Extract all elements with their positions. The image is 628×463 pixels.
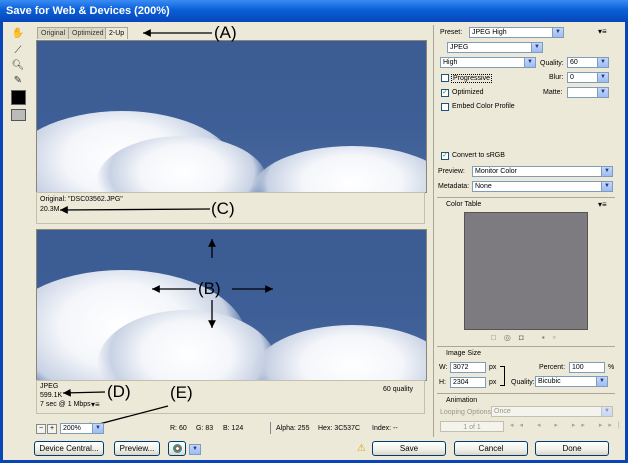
embed-color-profile-label: Embed Color Profile [452,103,515,110]
height-label: H: [439,379,446,386]
height-unit: px [489,379,497,386]
done-button[interactable]: Done [535,441,609,456]
zoom-out-button[interactable]: − [36,424,46,434]
color-table-divider [437,197,615,198]
chevron-down-icon: ▼ [524,58,535,67]
animation-divider [437,393,615,394]
chevron-down-icon: ▼ [597,58,608,67]
cancel-button[interactable]: Cancel [454,441,528,456]
animation-playback-controls[interactable]: ◂◂ ◂ ▸ ▸▸ ▸▸| [510,421,626,429]
chevron-down-icon: ▼ [552,28,563,37]
chevron-down-icon: ▼ [596,377,607,386]
convert-srgb-label: Convert to sRGB [452,152,505,159]
color-table-menu-icon[interactable]: ▾≡ [598,200,607,209]
annotation-e: (E) [170,383,193,402]
annotation-a: (A) [214,23,237,42]
optimized-checkbox[interactable]: ✓ [441,89,449,97]
progressive-checkbox[interactable] [441,74,449,82]
looping-options-label: Looping Options: [440,409,493,416]
looping-options-select[interactable]: Once ▼ [491,406,613,417]
convert-srgb-checkbox[interactable]: ✓ [441,152,449,160]
chevron-down-icon: ▼ [531,43,542,52]
metadata-label: Metadata: [438,183,470,190]
device-central-button[interactable]: Device Central... [34,441,104,456]
chevron-down-icon: ▼ [92,424,103,433]
file-format-select[interactable]: JPEG ▼ [447,42,543,53]
zoom-level-select[interactable]: 200% ▼ [60,423,104,434]
pixel-index-value: Index: -- [372,425,398,432]
embed-color-profile-checkbox[interactable] [441,103,449,111]
chevron-down-icon: ▼ [601,167,612,176]
chevron-down-icon: ▼ [597,88,608,97]
progressive-label: Progressive [451,74,492,83]
warning-icon: ⚠ [357,443,366,454]
matte-label: Matte: [543,89,563,96]
pixel-green-value: G: 83 [196,425,214,432]
matte-select[interactable]: ▼ [567,87,609,98]
save-button[interactable]: Save [372,441,446,456]
optimize-menu-icon[interactable]: ▾≡ [598,27,607,36]
percent-input[interactable]: 100 [569,362,605,373]
chevron-down-icon: ▼ [601,407,612,416]
preview-button[interactable]: Preview... [114,441,160,456]
image-size-title: Image Size [446,350,482,357]
image-size-divider [437,346,615,347]
color-table-action-icons[interactable]: □◎◘ ▪▫ [491,333,564,342]
resample-quality-select[interactable]: Bicubic ▼ [535,376,608,387]
animation-title: Animation [446,397,478,404]
panel-divider [433,25,434,437]
blur-input[interactable]: 0 ▼ [567,72,609,83]
compression-quality-select[interactable]: High ▼ [440,57,536,68]
pixel-alpha-value: Alpha: 255 [276,425,310,432]
annotation-d: (D) [107,382,131,401]
status-divider [270,422,271,434]
color-table-title: Color Table [446,201,482,208]
preview-label: Preview: [438,168,465,175]
chevron-down-icon: ▼ [601,182,612,191]
pixel-hex-value: Hex: 3C537C [318,425,361,432]
pixel-blue-value: B: 124 [223,425,244,432]
optimized-label: Optimized [452,89,484,96]
browser-dropdown-icon[interactable]: ▼ [189,444,201,455]
arrow-d [62,388,106,397]
width-input[interactable]: 3072 [450,362,486,373]
percent-unit: % [608,364,615,371]
metadata-select[interactable]: None ▼ [472,181,613,192]
constrain-proportions-link-icon[interactable] [500,366,505,386]
animation-frame-counter: 1 of 1 [440,421,504,432]
annotation-c: (C) [211,199,235,218]
color-table-grid[interactable] [464,212,588,330]
height-input[interactable]: 2304 [450,377,486,388]
resample-quality-label: Quality: [511,379,535,386]
zoom-in-button[interactable]: + [47,424,57,434]
preset-label: Preset: [440,29,463,36]
browser-icon [172,444,182,454]
chevron-down-icon: ▼ [597,73,608,82]
annotation-b: (B) [198,279,221,298]
blur-label: Blur: [549,74,564,81]
preset-select[interactable]: JPEG High ▼ [469,27,564,38]
width-unit: px [489,364,497,371]
pixel-red-value: R: 60 [170,425,187,432]
quality-label: Quality: [540,60,564,67]
percent-label: Percent: [539,364,566,371]
width-label: W: [439,364,448,371]
preview-color-select[interactable]: Monitor Color ▼ [472,166,613,177]
browser-select-button[interactable] [168,441,186,456]
quality-input[interactable]: 60 ▼ [567,57,609,68]
arrow-c [59,206,211,214]
